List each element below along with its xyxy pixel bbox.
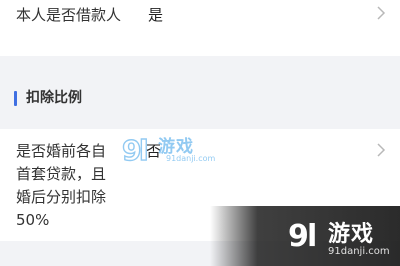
watermark-site: 91danji.com [166,154,216,163]
chevron-right-icon [377,6,386,20]
borrower-row[interactable]: 本人是否借款人 是 [0,0,400,56]
watermark-site: 91danji.com [328,246,390,257]
deduction-ratio-label: 是否婚前各自首套贷款，且婚后分别扣除50% [16,142,107,229]
page: 本人是否借款人 是 扣除比例 是否婚前各自首套贷款，且婚后分别扣除50% 否 9… [0,0,400,266]
svg-text:l: l [139,134,149,166]
watermark-91-mark: 9 l [288,219,317,252]
watermark-logo-center: 9 l 游戏 91danji.com [118,128,228,172]
borrower-label: 本人是否借款人 [16,6,122,24]
chevron-right-icon [377,143,386,157]
section-title: 扣除比例 [26,90,82,106]
svg-text:l: l [307,219,317,252]
section-accent-bar [14,91,17,106]
watermark-logo-corner: 9 l 游戏 91danji.com [210,206,400,266]
watermark-91-mark: 9 l [122,133,149,166]
borrower-value: 是 [148,6,164,24]
svg-text:9: 9 [288,219,309,252]
section-header: 扣除比例 [0,82,400,122]
watermark-logo-text: 游戏 [328,222,375,247]
